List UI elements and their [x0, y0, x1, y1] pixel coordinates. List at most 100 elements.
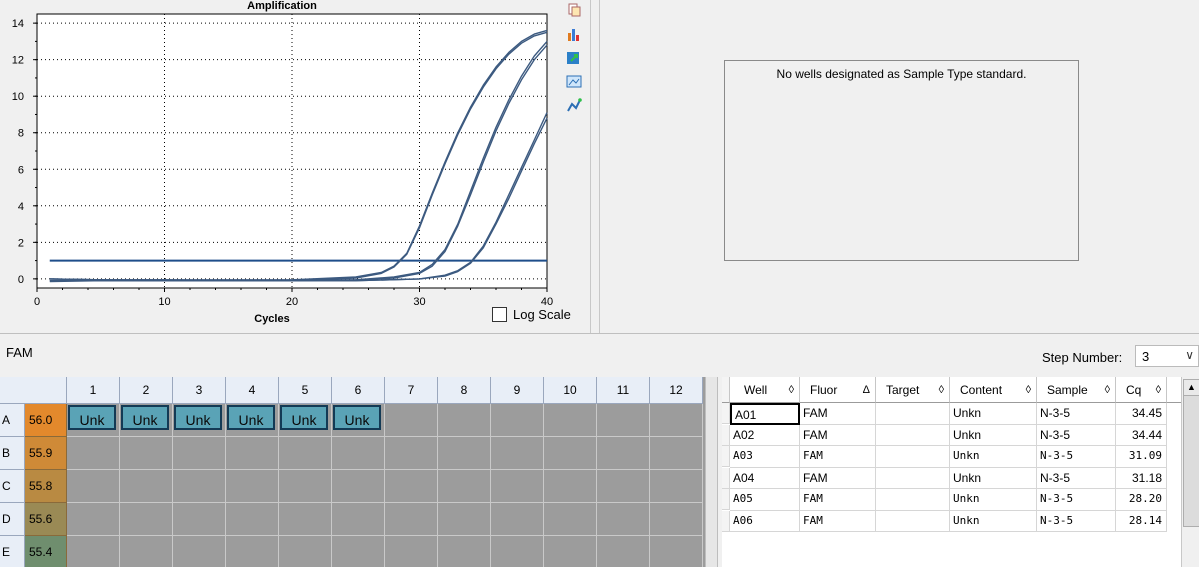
- table-cell-well[interactable]: A04: [730, 467, 800, 489]
- table-cell-target[interactable]: [876, 467, 950, 489]
- plate-column-header[interactable]: 6: [332, 377, 385, 404]
- plate-column-header[interactable]: 10: [544, 377, 597, 404]
- plate-well[interactable]: [597, 437, 650, 470]
- plate-well[interactable]: [67, 437, 120, 470]
- plate-well[interactable]: [173, 470, 226, 503]
- table-row-selector[interactable]: [722, 446, 730, 467]
- plate-well[interactable]: [544, 437, 597, 470]
- plate-well[interactable]: [438, 536, 491, 567]
- plate-corner[interactable]: [0, 377, 67, 404]
- plate-well[interactable]: [385, 503, 438, 536]
- log-scale-toggle[interactable]: Log Scale: [492, 307, 571, 322]
- plate-column-header[interactable]: 9: [491, 377, 544, 404]
- table-cell-fluor[interactable]: FAM: [800, 510, 876, 532]
- table-scrollbar[interactable]: ▲: [1181, 377, 1199, 567]
- plate-well[interactable]: [385, 404, 438, 437]
- plate-well[interactable]: [226, 536, 279, 567]
- plate-well[interactable]: [279, 437, 332, 470]
- table-row-selector-header[interactable]: [722, 377, 730, 403]
- scroll-thumb[interactable]: [1183, 395, 1199, 527]
- plate-row-header[interactable]: E: [0, 536, 25, 567]
- plate-well[interactable]: [385, 470, 438, 503]
- plate-well[interactable]: Unk: [67, 404, 120, 437]
- table-cell-sample[interactable]: N-3-5: [1037, 446, 1116, 468]
- sort-icon[interactable]: Δ: [863, 377, 870, 403]
- table-cell-cq[interactable]: 34.44: [1116, 424, 1167, 446]
- plate-scrollbar[interactable]: [705, 377, 718, 567]
- table-cell-sample[interactable]: N-3-5: [1037, 510, 1116, 532]
- plate-well[interactable]: [491, 404, 544, 437]
- plate-well[interactable]: [438, 503, 491, 536]
- horizontal-splitter[interactable]: [0, 333, 1199, 340]
- plate-well[interactable]: [438, 404, 491, 437]
- table-cell-fluor[interactable]: FAM: [800, 424, 876, 446]
- table-cell-content[interactable]: Unkn: [950, 424, 1037, 446]
- plate-well[interactable]: [385, 536, 438, 567]
- image-icon[interactable]: [564, 72, 584, 92]
- plate-row-header[interactable]: C: [0, 470, 25, 503]
- table-row-selector[interactable]: [722, 467, 730, 489]
- plate-column-header[interactable]: 5: [279, 377, 332, 404]
- plate-well[interactable]: [597, 404, 650, 437]
- plate-well[interactable]: [544, 470, 597, 503]
- table-cell-fluor[interactable]: FAM: [800, 467, 876, 489]
- table-cell-target[interactable]: [876, 424, 950, 446]
- plate-well[interactable]: [173, 536, 226, 567]
- table-cell-target[interactable]: [876, 446, 950, 468]
- plate-well[interactable]: Unk: [279, 404, 332, 437]
- table-cell-cq[interactable]: 34.45: [1116, 403, 1167, 425]
- plate-well[interactable]: Unk: [173, 404, 226, 437]
- plate-well[interactable]: [544, 404, 597, 437]
- plate-well[interactable]: [120, 437, 173, 470]
- table-cell-well[interactable]: A03: [730, 446, 800, 468]
- vertical-splitter[interactable]: [590, 0, 600, 333]
- table-row-selector[interactable]: [722, 489, 730, 510]
- plate-well[interactable]: [279, 503, 332, 536]
- plate-well[interactable]: [597, 470, 650, 503]
- plate-row-header[interactable]: B: [0, 437, 25, 470]
- plate-well[interactable]: [279, 536, 332, 567]
- table-cell-well[interactable]: A01: [730, 403, 800, 425]
- table-cell-target[interactable]: [876, 403, 950, 425]
- column-header-fluor[interactable]: Fluor Δ: [800, 377, 876, 403]
- plate-well[interactable]: [438, 470, 491, 503]
- plate-well[interactable]: [491, 437, 544, 470]
- plate-well[interactable]: [120, 536, 173, 567]
- table-row-selector[interactable]: [722, 403, 730, 424]
- table-cell-well[interactable]: A05: [730, 489, 800, 511]
- table-cell-cq[interactable]: 28.14: [1116, 510, 1167, 532]
- log-scale-checkbox[interactable]: [492, 307, 507, 322]
- table-cell-cq[interactable]: 31.18: [1116, 467, 1167, 489]
- table-cell-cq[interactable]: 31.09: [1116, 446, 1167, 468]
- plate-well[interactable]: [385, 437, 438, 470]
- table-cell-content[interactable]: Unkn: [950, 489, 1037, 511]
- plate-well[interactable]: [650, 503, 703, 536]
- table-cell-target[interactable]: [876, 510, 950, 532]
- plate-well[interactable]: [120, 470, 173, 503]
- plate-column-header[interactable]: 3: [173, 377, 226, 404]
- plate-column-header[interactable]: 2: [120, 377, 173, 404]
- table-cell-sample[interactable]: N-3-5: [1037, 489, 1116, 511]
- table-cell-content[interactable]: Unkn: [950, 510, 1037, 532]
- plate-row-header[interactable]: D: [0, 503, 25, 536]
- plate-well[interactable]: [67, 503, 120, 536]
- plate-well[interactable]: [597, 536, 650, 567]
- plate-column-header[interactable]: 11: [597, 377, 650, 404]
- sort-icon[interactable]: ◊: [1105, 377, 1110, 403]
- sort-icon[interactable]: ◊: [939, 377, 944, 403]
- column-header-cq[interactable]: Cq ◊: [1116, 377, 1167, 403]
- sort-icon[interactable]: ◊: [1026, 377, 1031, 403]
- chart-settings-icon[interactable]: [564, 24, 584, 44]
- plate-well[interactable]: [650, 536, 703, 567]
- table-cell-target[interactable]: [876, 489, 950, 511]
- column-header-target[interactable]: Target ◊: [876, 377, 950, 403]
- plate-well[interactable]: [650, 404, 703, 437]
- plate-well[interactable]: [332, 536, 385, 567]
- plate-well[interactable]: [279, 470, 332, 503]
- table-cell-content[interactable]: Unkn: [950, 446, 1037, 468]
- sort-icon[interactable]: ◊: [1156, 377, 1161, 403]
- plate-well[interactable]: Unk: [332, 404, 385, 437]
- plate-well[interactable]: [173, 503, 226, 536]
- export-icon[interactable]: [564, 48, 584, 68]
- scroll-up-button[interactable]: ▲: [1183, 379, 1199, 396]
